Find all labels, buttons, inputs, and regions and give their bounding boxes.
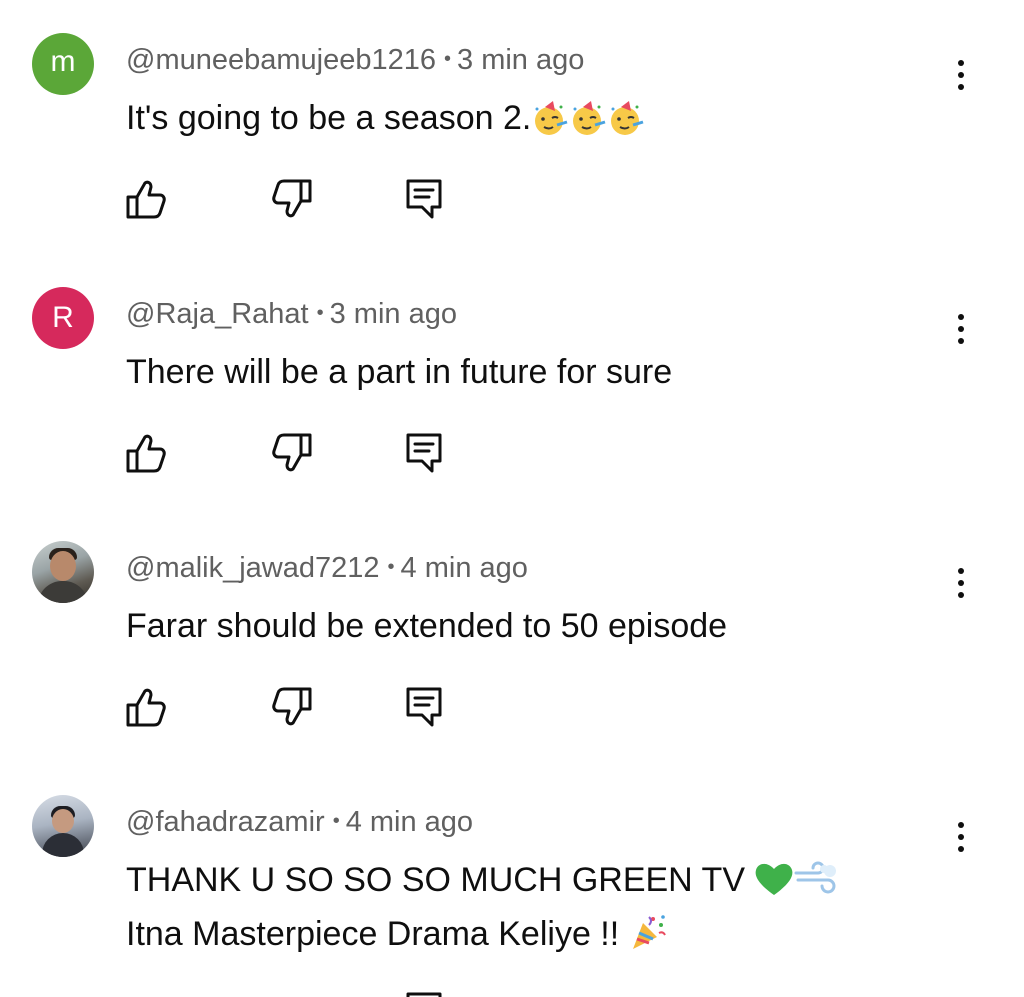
dislike-button[interactable] [270, 685, 314, 729]
comment-username[interactable]: @muneebamujeeb1216 [126, 44, 436, 76]
comment-text-content: It's going to be a season 2. [126, 99, 532, 137]
separator-dot: • [316, 302, 324, 324]
comment-meta: @malik_jawad7212 • 4 min ago [126, 549, 528, 586]
like-button[interactable] [124, 177, 168, 221]
comment-text: Farar should be extended to 50 episode [126, 607, 728, 645]
partying-face-icon [535, 101, 568, 135]
dislike-button[interactable] [270, 177, 314, 221]
separator-dot: • [332, 810, 340, 832]
reply-button[interactable] [402, 990, 446, 997]
dislike-button[interactable] [270, 431, 314, 475]
comment-time[interactable]: 3 min ago [457, 44, 584, 76]
dash-icon [794, 861, 837, 894]
thumbs-up-icon [126, 180, 166, 219]
comment-text-content: THANK U SO SO SO MUCH GREEN TV [126, 861, 755, 899]
comment-item: @fahadrazamir • 4 min ago THANK U SO SO SO… [0, 795, 1024, 997]
like-button[interactable] [124, 431, 168, 475]
comment-meta: @fahadrazamir • 4 min ago [126, 803, 473, 840]
comment-time[interactable]: 4 min ago [401, 552, 528, 584]
reply-icon [406, 433, 442, 473]
comment-meta: @muneebamujeeb1216 • 3 min ago [126, 41, 584, 78]
comment-username[interactable]: @Raja_Rahat [126, 298, 309, 330]
avatar[interactable] [32, 795, 94, 857]
comment-item: m @muneebamujeeb1216 • 3 min ago It's goin… [0, 33, 1024, 287]
comment-time[interactable]: 4 min ago [346, 806, 473, 838]
avatar-letter: R [52, 301, 74, 334]
reply-icon [406, 687, 442, 727]
green-heart-icon [756, 863, 793, 895]
comment-text-content: Itna Masterpiece Drama Keliye !! [126, 915, 629, 953]
more-vertical-icon[interactable] [946, 561, 976, 605]
thumbs-down-icon [272, 433, 312, 472]
comment-item: @malik_jawad7212 • 4 min ago Farar should … [0, 541, 1024, 795]
party-popper-icon [632, 915, 666, 949]
separator-dot: • [387, 556, 395, 578]
reply-button[interactable] [402, 431, 446, 475]
more-vertical-icon[interactable] [946, 53, 976, 97]
avatar-photo-body [38, 581, 88, 603]
reply-button[interactable] [402, 685, 446, 729]
more-vertical-icon[interactable] [946, 307, 976, 351]
comment-text: There will be a part in future for sure [126, 353, 673, 391]
separator-dot: • [444, 48, 452, 70]
avatar-photo-face [52, 809, 74, 833]
avatar[interactable]: R [32, 287, 94, 349]
comment-text-line: Itna Masterpiece Drama Keliye !! [126, 907, 838, 961]
comment-text-line: THANK U SO SO SO MUCH GREEN TV [126, 853, 838, 907]
avatar-photo-face [50, 551, 76, 581]
comment-username[interactable]: @fahadrazamir [126, 806, 325, 838]
comment-time[interactable]: 3 min ago [330, 298, 457, 330]
thumbs-down-icon [272, 687, 312, 726]
thumbs-up-icon [126, 434, 166, 473]
avatar-letter: m [50, 45, 76, 78]
comment-item: R @Raja_Rahat • 3 min ago There will be a … [0, 287, 1024, 541]
comment-meta: @Raja_Rahat • 3 min ago [126, 295, 457, 332]
reply-button[interactable] [402, 177, 446, 221]
comment-text: THANK U SO SO SO MUCH GREEN TV Itna Mast… [126, 853, 838, 961]
comment-username[interactable]: @malik_jawad7212 [126, 552, 380, 584]
thumbs-up-icon [126, 688, 166, 727]
more-vertical-icon[interactable] [946, 815, 976, 859]
partying-face-icon [611, 101, 644, 135]
avatar-photo-body [42, 833, 84, 857]
avatar[interactable]: m [32, 33, 94, 95]
thumbs-down-icon [272, 179, 312, 218]
reply-icon [406, 992, 442, 997]
comment-text: It's going to be a season 2. [126, 91, 645, 145]
reply-icon [406, 179, 442, 219]
like-button[interactable] [124, 685, 168, 729]
avatar[interactable] [32, 541, 94, 603]
partying-face-icon [573, 101, 606, 135]
